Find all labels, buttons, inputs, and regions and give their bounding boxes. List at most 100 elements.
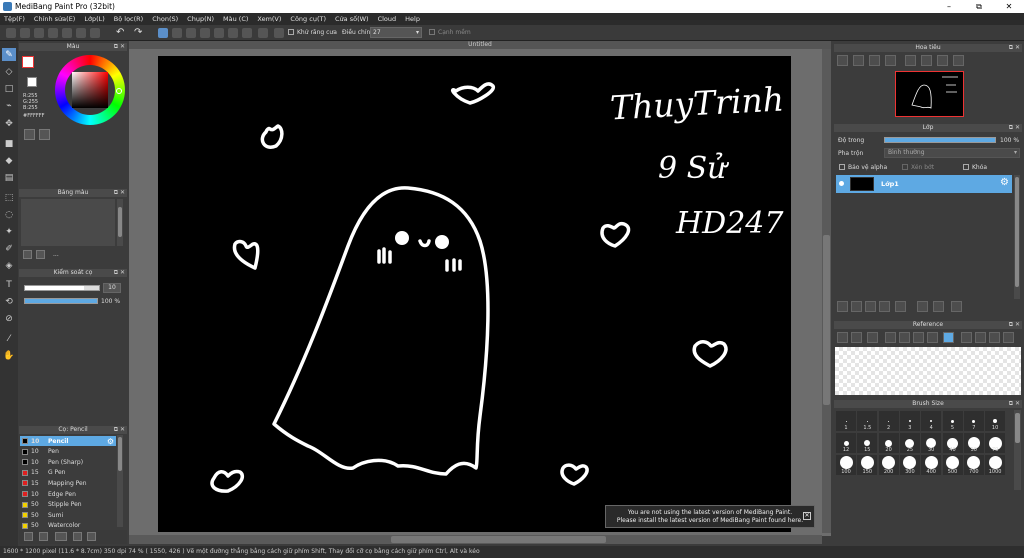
redo-icon[interactable]: ↷ — [134, 28, 144, 38]
new-file-icon[interactable] — [6, 28, 16, 38]
ref-fit-icon[interactable] — [913, 332, 924, 343]
menu-item-6[interactable]: Màu (C) — [223, 15, 248, 23]
menu-item-8[interactable]: Công cụ(T) — [290, 15, 326, 23]
brush-tool-icon[interactable]: ✎ — [2, 48, 16, 61]
foreground-color-swatch[interactable] — [22, 56, 34, 68]
select-all-icon[interactable] — [228, 28, 238, 38]
brush-size-cell[interactable]: 7 — [963, 411, 984, 431]
transform-select-icon[interactable] — [242, 28, 252, 38]
canvas-hscrollbar[interactable] — [129, 535, 822, 544]
add-1bit-layer-icon[interactable] — [879, 301, 890, 312]
ref-open-icon[interactable] — [837, 332, 848, 343]
menu-item-11[interactable]: Help — [405, 15, 420, 23]
color-mode-icon[interactable] — [24, 129, 35, 140]
brush-size-cell[interactable]: 500 — [942, 455, 963, 475]
panel-close-icon[interactable]: ⧉ ✕ — [1009, 400, 1020, 408]
panel-close-icon[interactable]: ⧉ ✕ — [1009, 44, 1020, 52]
ref-reset-icon[interactable] — [1003, 332, 1014, 343]
select-fill-icon[interactable] — [186, 28, 196, 38]
close-button[interactable]: ✕ — [994, 0, 1024, 13]
brush-size-cell[interactable]: 1.5 — [857, 411, 878, 431]
brush-item[interactable]: 10 Pencil ⚙ — [20, 436, 116, 446]
ref-actual-icon[interactable] — [927, 332, 938, 343]
brush-size-cell[interactable]: 20 — [878, 433, 899, 453]
soft-edge-checkbox[interactable] — [429, 29, 435, 35]
snap-off-icon[interactable] — [274, 28, 284, 38]
menu-item-2[interactable]: Lớp(L) — [84, 15, 104, 23]
antialias-checkbox[interactable] — [288, 29, 294, 35]
navigator-preview[interactable] — [895, 71, 964, 117]
brush-list-scrollbar[interactable] — [117, 435, 123, 527]
cloud-icon[interactable] — [34, 28, 44, 38]
save-icon[interactable] — [48, 28, 58, 38]
brush-opacity-slider[interactable] — [24, 298, 98, 304]
transform-icon[interactable] — [90, 28, 100, 38]
select-tool-icon[interactable]: ⬚ — [2, 191, 16, 204]
lasso-tool-icon[interactable]: ◌ — [2, 208, 16, 221]
deselect-icon[interactable] — [214, 28, 224, 38]
brush-size-cell[interactable]: 700 — [963, 455, 984, 475]
brush-cloud-icon[interactable] — [55, 532, 67, 541]
brush-size-cell[interactable]: 100 — [836, 455, 856, 475]
zoom-out-icon[interactable] — [853, 55, 864, 66]
zoom-in-icon[interactable] — [837, 55, 848, 66]
folder-icon[interactable] — [895, 301, 906, 312]
notice-close-icon[interactable]: ✕ — [803, 512, 811, 520]
brush-size-cell[interactable]: 15 — [857, 433, 878, 453]
menu-item-7[interactable]: Xem(V) — [257, 15, 281, 23]
menu-item-9[interactable]: Cửa số(W) — [335, 15, 369, 23]
merge-layer-icon[interactable] — [933, 301, 944, 312]
divide-tool-icon[interactable]: ⊘ — [2, 312, 16, 325]
hue-marker[interactable] — [116, 88, 122, 94]
background-color-swatch[interactable] — [27, 77, 37, 87]
protect-alpha-checkbox[interactable] — [839, 164, 845, 170]
brush-size-cell[interactable]: 10 — [985, 411, 1006, 431]
text-tool-icon[interactable]: T — [2, 278, 16, 291]
brush-delete-icon[interactable] — [87, 532, 96, 541]
brush-item[interactable]: 15 G Pen — [20, 468, 116, 478]
document-tab[interactable]: Untitled — [129, 41, 831, 49]
dot-tool-icon[interactable]: □ — [2, 82, 16, 95]
adjust-select[interactable]: 27 ▾ — [370, 27, 422, 38]
eyedropper-icon[interactable]: ⁄ — [2, 332, 16, 345]
brush-size-cell[interactable]: 4 — [921, 411, 942, 431]
grid-icon[interactable] — [62, 28, 72, 38]
brush-size-value[interactable]: 10 — [103, 283, 121, 293]
reference-view[interactable] — [835, 347, 1021, 395]
snap-icon[interactable] — [258, 28, 268, 38]
add-8bit-layer-icon[interactable] — [865, 301, 876, 312]
brush-size-cell[interactable]: 12 — [836, 433, 856, 453]
hand-tool-icon[interactable]: ✋ — [2, 349, 16, 362]
ref-hand-icon[interactable] — [943, 332, 954, 343]
gear-icon[interactable]: ⚙ — [107, 437, 114, 446]
operation-tool-icon[interactable]: ⟲ — [2, 295, 16, 308]
brush-size-cell[interactable]: 2 — [878, 411, 899, 431]
brush-size-cell[interactable]: 5 — [942, 411, 963, 431]
brush-settings-icon[interactable] — [39, 532, 48, 541]
delete-layer-icon[interactable] — [951, 301, 962, 312]
ref-folder-icon[interactable] — [851, 332, 862, 343]
palette-list[interactable] — [21, 199, 115, 246]
menu-item-10[interactable]: Cloud — [378, 15, 397, 23]
open-icon[interactable] — [20, 28, 30, 38]
brush-size-cell[interactable]: 400 — [921, 455, 942, 475]
panel-close-icon[interactable]: ⧉ ✕ — [114, 426, 125, 434]
brush-size-cell[interactable]: 150 — [857, 455, 878, 475]
ref-zoom-in-icon[interactable] — [885, 332, 896, 343]
minimize-button[interactable]: – — [934, 0, 964, 13]
brush-size-cell[interactable]: 300 — [899, 455, 920, 475]
brush-size-cell[interactable]: 3 — [899, 411, 920, 431]
clipping-checkbox[interactable] — [902, 164, 908, 170]
eye-icon[interactable] — [839, 181, 844, 186]
ref-rotate-left-icon[interactable] — [961, 332, 972, 343]
flip-icon[interactable] — [921, 55, 932, 66]
panel-close-icon[interactable]: ⧉ ✕ — [114, 269, 125, 277]
menu-item-1[interactable]: Chỉnh sửa(E) — [34, 15, 75, 23]
eraser-tool-icon[interactable]: ◇ — [2, 65, 16, 78]
reset-rotation-icon[interactable] — [953, 55, 964, 66]
actual-size-icon[interactable] — [885, 55, 896, 66]
gear-icon[interactable]: ⚙ — [1000, 177, 1009, 188]
maximize-button[interactable]: ⧉ — [964, 0, 994, 13]
add-palette-icon[interactable] — [23, 250, 32, 259]
settings-icon[interactable] — [76, 28, 86, 38]
